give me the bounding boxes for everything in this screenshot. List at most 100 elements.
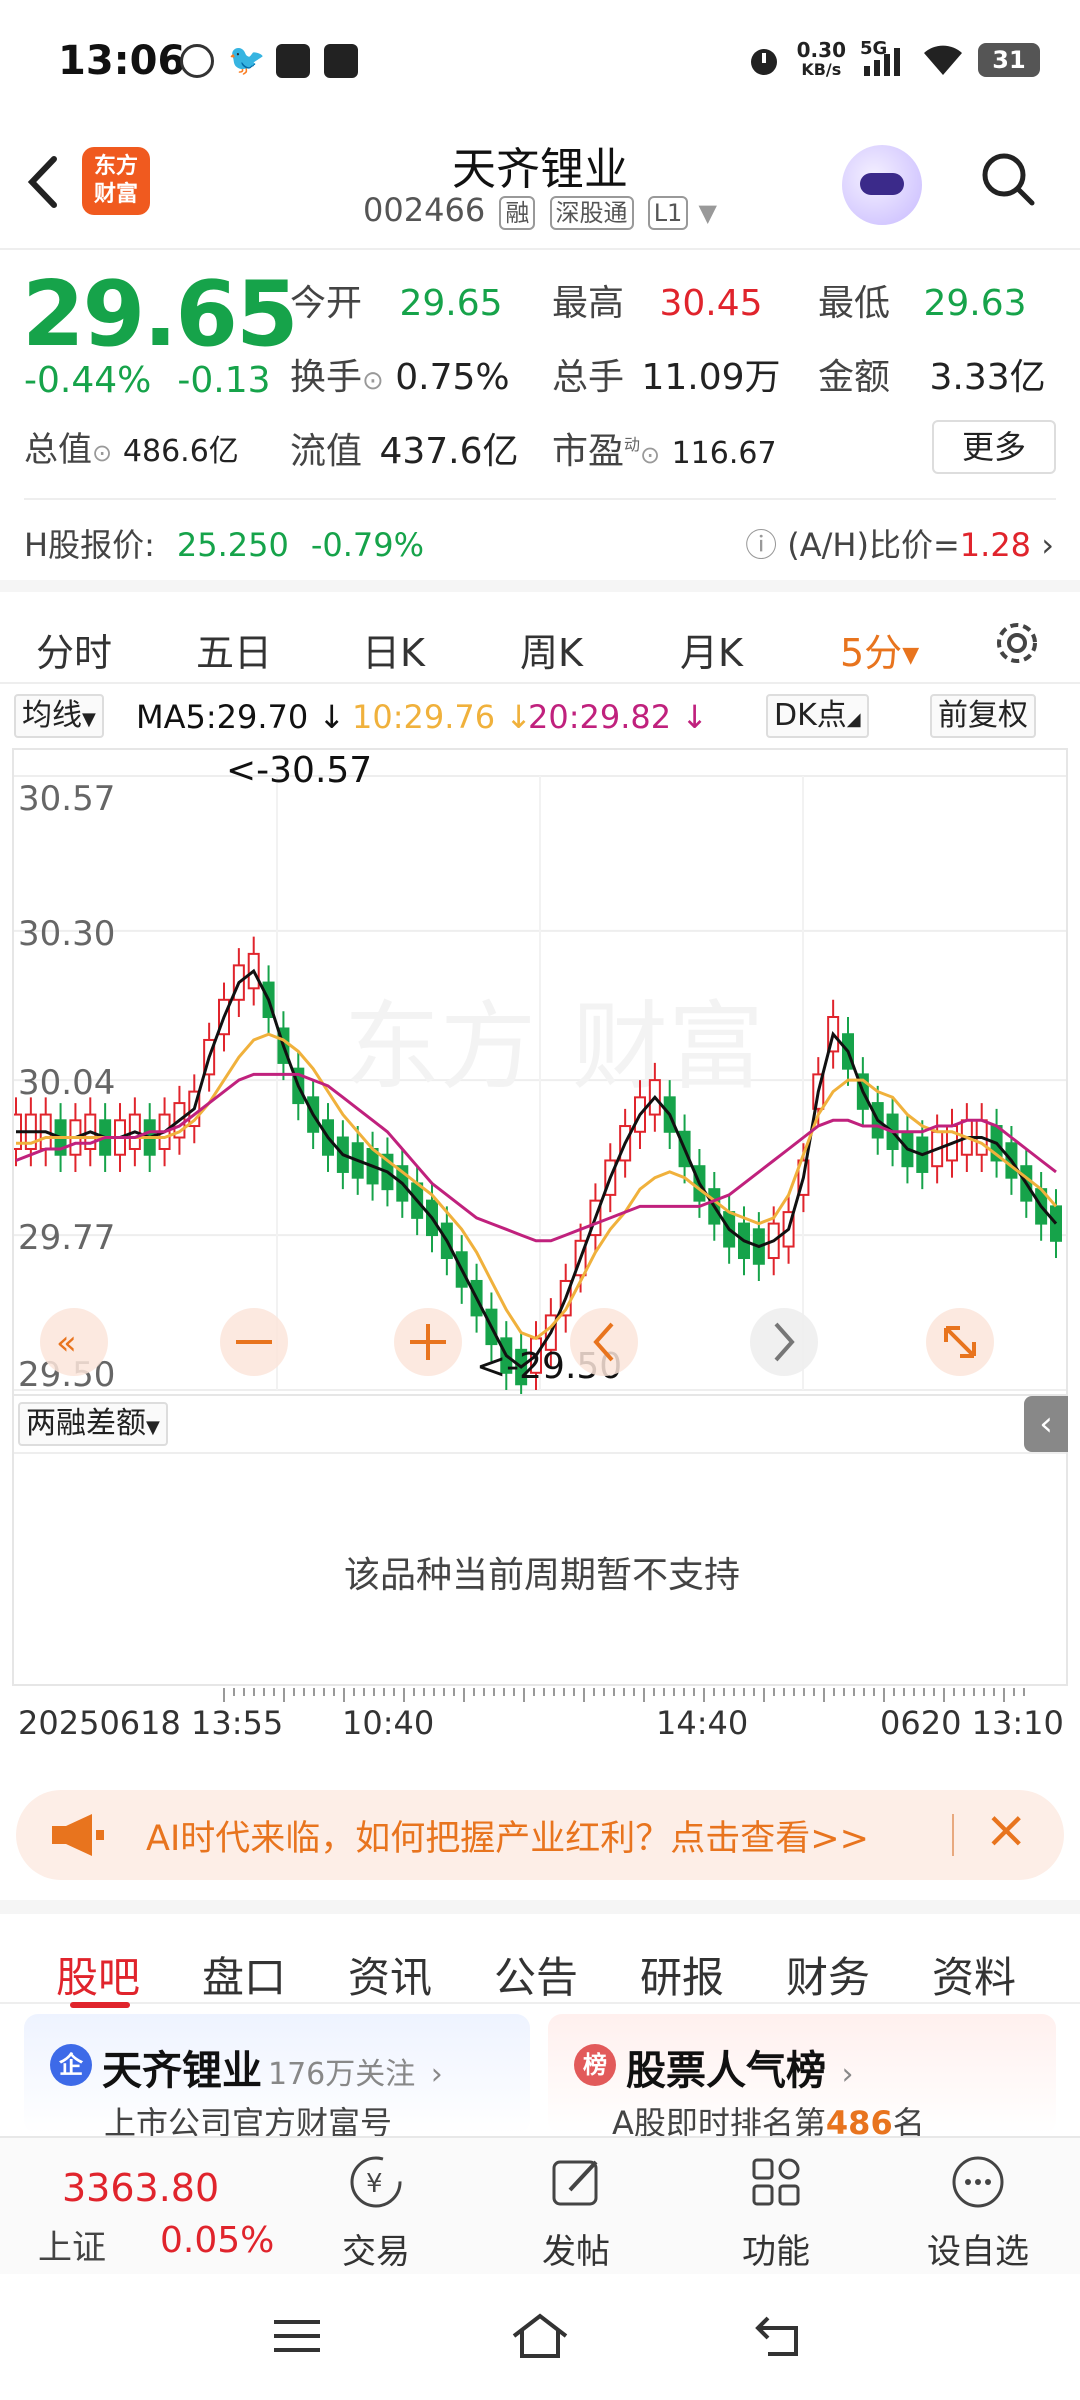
- time-label-2: 10:40: [342, 1704, 435, 1742]
- menu-icon[interactable]: [272, 2314, 322, 2358]
- adjust-button[interactable]: 前复权: [930, 694, 1036, 738]
- divider: [24, 498, 1056, 500]
- tab-five-day[interactable]: 五日: [196, 622, 272, 677]
- divider: [952, 1814, 954, 1856]
- unsupported-message: 该品种当前周期暂不支持: [343, 1555, 740, 1596]
- trade-button[interactable]: ¥ 交易: [306, 2152, 446, 2273]
- close-icon[interactable]: ×: [984, 1800, 1028, 1860]
- scroll-left-button[interactable]: [570, 1308, 638, 1376]
- ai-assistant-icon[interactable]: [842, 145, 922, 225]
- time-axis-ticks: [223, 1688, 1025, 1702]
- active-tab-indicator: [70, 2002, 130, 2008]
- ma20-value: 20:29.82 ↓: [528, 698, 709, 736]
- home-icon[interactable]: [510, 2310, 570, 2360]
- collapse-panel-button[interactable]: ‹: [1024, 1396, 1068, 1452]
- margin-tag: 融: [499, 196, 536, 230]
- chart-period-tabs: 分时 五日 日K 周K 月K 5分▼: [0, 580, 1080, 684]
- wifi-icon: [924, 45, 962, 75]
- level-tag: L1: [647, 196, 689, 230]
- help-icon[interactable]: ⓘ: [745, 526, 777, 564]
- tab-pankou[interactable]: 盘口: [202, 1944, 286, 2005]
- stock-header: 东方 财富 天齐锂业 002466 融 深股通 L1 ▼: [0, 125, 1080, 250]
- zoom-in-button[interactable]: [394, 1308, 462, 1376]
- status-time: 13:06: [58, 38, 186, 84]
- quote-open: 今开 29.65: [290, 283, 503, 324]
- tab-monthly-k[interactable]: 月K: [680, 622, 743, 677]
- quote-volume: 总手 11.09万: [552, 357, 781, 398]
- svg-text:¥: ¥: [366, 2169, 383, 2199]
- ma5-value: MA5:29.70 ↓: [136, 698, 346, 736]
- card-title: 天齐锂业 176万关注 ›: [102, 2048, 443, 2094]
- ah-ratio[interactable]: ⓘ (A/H)比价=1.28 ›: [745, 520, 1054, 566]
- tab-weekly-k[interactable]: 周K: [520, 622, 583, 677]
- search-icon[interactable]: [978, 149, 1038, 209]
- settings-icon[interactable]: [990, 616, 1044, 670]
- kline-chart[interactable]: 东方 财富 30.5730.3030.0429.7729.50 <-30.57 …: [12, 748, 1068, 1396]
- current-price: 29.65: [22, 262, 299, 367]
- status-right: 0.30 KB/s 5G 31: [745, 38, 1040, 80]
- info-icon[interactable]: ⊙: [92, 439, 112, 467]
- dk-point-button[interactable]: DK点◢: [766, 694, 869, 738]
- tab-profile[interactable]: 资料: [932, 1944, 1016, 2005]
- company-account-card[interactable]: 企 天齐锂业 176万关注 › 上市公司官方财富号: [24, 2014, 530, 2142]
- section-tabs: 股吧 盘口 资讯 公告 研报 财务 资料: [0, 1900, 1080, 2008]
- add-watchlist-button[interactable]: 设自选: [908, 2152, 1048, 2273]
- promo-banner[interactable]: AI时代来临，如何把握产业红利？点击查看>> ×: [16, 1790, 1064, 1880]
- more-button[interactable]: 更多: [932, 420, 1056, 474]
- stock-code: 002466: [363, 191, 486, 229]
- time-label-start: 20250618 13:55: [18, 1704, 284, 1742]
- info-icon[interactable]: ⊙: [362, 366, 384, 396]
- scroll-right-button[interactable]: [750, 1308, 818, 1376]
- tab-intraday[interactable]: 分时: [36, 622, 112, 677]
- company-badge-icon: 企: [50, 2044, 92, 2086]
- popularity-rank-card[interactable]: 榜 股票人气榜 › A股即时排名第486名: [548, 2014, 1056, 2142]
- y-axis-labels: 30.5730.3030.0429.7729.50: [18, 779, 115, 1394]
- svg-text:«: «: [56, 1323, 77, 1363]
- h-share-quote[interactable]: H股报价: 25.250 -0.79%: [24, 520, 424, 566]
- zoom-out-button[interactable]: [220, 1308, 288, 1376]
- kline-svg: 东方 财富 30.5730.3030.0429.7729.50 <-30.57 …: [14, 750, 1066, 1394]
- edit-icon: [552, 2160, 598, 2206]
- time-label-end: 0620 13:10: [880, 1704, 1064, 1742]
- quote-low: 最低 29.63: [818, 283, 1027, 324]
- functions-button[interactable]: 功能: [706, 2152, 846, 2273]
- back-nav-icon[interactable]: [754, 2312, 804, 2358]
- indicator-selector[interactable]: 均线▼: [14, 694, 104, 738]
- tab-5min[interactable]: 5分▼: [840, 622, 919, 677]
- y-tick-label: 30.57: [18, 779, 115, 819]
- chart-grid: [14, 775, 1066, 1391]
- sub-indicator-selector[interactable]: 两融差额▼: [18, 1402, 168, 1446]
- more-icon: [952, 2156, 1004, 2208]
- indicator-row: 均线▼ MA5:29.70 ↓ 10:29.76 ↓ 20:29.82 ↓ DK…: [0, 690, 1080, 740]
- ma-lines: [15, 968, 1058, 1369]
- index-name: 上证: [38, 2228, 106, 2268]
- tab-finance[interactable]: 财务: [786, 1944, 870, 2005]
- telegram-icon: [276, 44, 310, 78]
- max-price-label: <-30.57: [226, 750, 372, 791]
- clock-icon: [180, 44, 214, 78]
- tab-announcements[interactable]: 公告: [494, 1944, 578, 2005]
- bottom-bar: 3363.80 上证 0.05% ¥ 交易 发帖 功能 设自选: [0, 2136, 1080, 2274]
- alarm-icon: [750, 49, 777, 75]
- chevron-down-icon: ▼: [82, 709, 96, 730]
- tab-research[interactable]: 研报: [640, 1944, 724, 2005]
- tab-daily-k[interactable]: 日K: [362, 622, 425, 677]
- info-icon[interactable]: ⊙: [640, 441, 660, 469]
- app-icon: [324, 44, 358, 78]
- trade-icon: ¥: [350, 2156, 402, 2208]
- tab-news[interactable]: 资讯: [348, 1944, 432, 2005]
- chevron-right-icon: ›: [832, 2057, 854, 2092]
- quote-pe: 市盈动⊙ 116.67: [552, 431, 777, 472]
- time-label-3: 14:40: [656, 1704, 749, 1742]
- megaphone-icon: [52, 1814, 104, 1856]
- series-line-ma5: [16, 968, 1058, 1369]
- grid-icon: [752, 2158, 800, 2206]
- scroll-left-fast-button[interactable]: «: [40, 1308, 108, 1376]
- index-change: 0.05%: [160, 2220, 275, 2261]
- fullscreen-button[interactable]: [926, 1308, 994, 1376]
- tab-guba[interactable]: 股吧: [56, 1944, 140, 2005]
- app-notification-icon: 🐦: [228, 43, 266, 78]
- quote-high: 最高 30.45: [552, 283, 763, 324]
- post-button[interactable]: 发帖: [506, 2152, 646, 2273]
- chevron-right-icon: ›: [1041, 526, 1054, 564]
